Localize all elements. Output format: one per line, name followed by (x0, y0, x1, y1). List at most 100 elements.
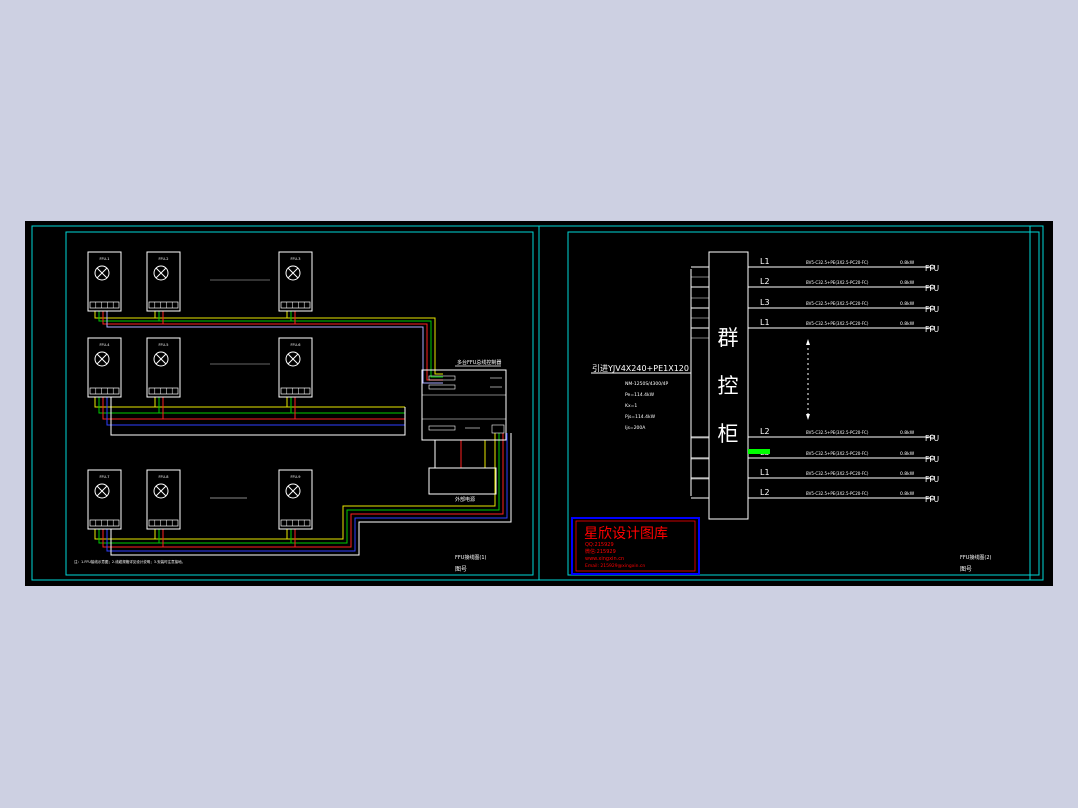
cabinet-char-2: 控 (718, 374, 739, 398)
phase-label: L2 (760, 277, 770, 286)
phase-label: L1 (760, 468, 770, 477)
fan-unit: FFU-8 (146, 469, 181, 530)
power-rating: 0.8kW (900, 491, 915, 497)
continuation-arrow-down (806, 414, 810, 420)
fan-unit-label: FFU-5 (158, 343, 168, 347)
wire-row2 (102, 397, 405, 420)
circuit-row: L3 BV5-C32.5+PE(3X2.5-PC20-FC) 0.8kW FFU (691, 298, 939, 314)
cable-spec: BV5-C32.5+PE(3X2.5-PC20-FC) (806, 430, 869, 435)
fan-unit-label: FFU-2 (158, 257, 168, 261)
terminal-strip (89, 301, 120, 309)
title-block-name: FFU接线图(1) (455, 554, 487, 561)
wire-row1 (106, 311, 443, 384)
fan-unit-label: FFU-8 (158, 475, 168, 479)
terminal-strip (280, 387, 311, 395)
fan-unit-label: FFU-4 (99, 343, 110, 347)
phase-label: L2 (760, 427, 770, 436)
controller-title: 多台FFU总线控制器 (457, 359, 501, 366)
wiring (94, 311, 512, 556)
power-rating: 0.8kW (900, 280, 915, 286)
cable-spec: BV5-C32.5+PE(3X2.5-PC20-FC) (806, 280, 869, 285)
terminal-strip (89, 519, 120, 527)
wire-row3 (106, 433, 508, 552)
load-label: FFU (925, 495, 939, 504)
fan-unit-label: FFU-9 (290, 475, 300, 479)
fan-unit: FFU-4 (87, 337, 122, 398)
controller-port (491, 424, 505, 434)
stamp-line-2: 微信:215929 (585, 548, 616, 555)
right-sheet: 群 控 柜 引进YJV4X240+PE1X120 NM-1250S/4300/4… (567, 231, 1040, 576)
cabinet-char-3: 柜 (718, 422, 739, 446)
footer-note: 注：1.FFU接线示意图；2.线缆规格详见设计说明；3.安装时注意接地。 (74, 559, 185, 564)
fan-unit: FFU-3 (278, 251, 313, 312)
phase-label: L1 (760, 257, 770, 266)
circuit-row: L3BV5-C32.5+PE(3X2.5-PC20-FC)0.8kWFFU (691, 448, 939, 464)
power-supply: 外部电源 (428, 467, 497, 503)
load-label: FFU (925, 434, 939, 443)
load-label: FFU (925, 305, 939, 314)
wire-row2 (94, 397, 405, 408)
power-rating: 0.8kW (900, 430, 915, 436)
phase-label: L1 (760, 318, 770, 327)
wire-row2 (106, 397, 405, 426)
selected-segment (748, 449, 770, 454)
power-box-label: 外部电源 (455, 496, 475, 503)
cable-spec: BV5-C32.5+PE(3X2.5-PC20-FC) (806, 260, 869, 265)
wire-row2 (98, 397, 405, 414)
spec-line-1: NM-1250S/4300/4P (625, 381, 669, 387)
stamp-line-4: Email: 215929@xingxin.cn (585, 563, 645, 569)
fan-unit: FFU-1 (87, 251, 122, 312)
cad-drawing: FFU-1 FFU-2 FFU-3 FFU-4 FFU-5 FFU-6 FFU-7 FFU-8… (31, 225, 1044, 581)
stamp-line-1: QQ:215929 (585, 542, 614, 548)
fan-unit: FFU-2 (146, 251, 181, 312)
title-block-code-right: 图号 (960, 566, 972, 573)
phase-label: L2 (760, 488, 770, 497)
load-label: FFU (925, 475, 939, 484)
incoming-cable-label: 引进YJV4X240+PE1X120 (592, 364, 689, 373)
stamp-line-3: www.xingxin.cn (585, 556, 624, 562)
cable-spec: BV5-C32.5+PE(3X2.5-PC20-FC) (806, 321, 869, 326)
fan-unit-label: FFU-7 (99, 475, 109, 479)
power-rating: 0.8kW (900, 321, 915, 327)
power-rating: 0.8kW (900, 471, 915, 477)
phase-label: L3 (760, 298, 770, 307)
circuit-row: L2 BV5-C32.5+PE(3X2.5-PC20-FC) 0.8kW FFU (691, 488, 939, 504)
cable-spec: BV5-C32.5+PE(3X2.5-PC20-FC) (806, 471, 869, 476)
terminal-strip (280, 519, 311, 527)
cable-spec: BV5-C32.5+PE(3X2.5-PC20-FC) (806, 451, 869, 456)
left-inner-frame (65, 231, 534, 576)
power-box (428, 467, 497, 495)
terminal-strip (148, 387, 179, 395)
fan-unit: FFU-6 (278, 337, 313, 398)
fan-units: FFU-1 FFU-2 FFU-3 FFU-4 FFU-5 FFU-6 FFU-7 FFU-8… (87, 251, 313, 530)
controller-terminal (428, 384, 456, 390)
spec-line-4: Pjs=114.4kW (625, 414, 656, 420)
spec-line-5: Ijs=200A (625, 425, 646, 431)
load-label: FFU (925, 325, 939, 334)
fan-unit: FFU-9 (278, 469, 313, 530)
cable-spec: BV5-C32.5+PE(3X2.5-PC20-FC) (806, 491, 869, 496)
continuation-arrow-up (806, 339, 810, 345)
drawing-canvas[interactable]: FFU-1 FFU-2 FFU-3 FFU-4 FFU-5 FFU-6 FFU-7 FFU-8… (25, 221, 1053, 586)
spec-line-3: Kx=1 (625, 403, 637, 409)
fan-unit: FFU-7 (87, 469, 122, 530)
load-label: FFU (925, 264, 939, 273)
terminal-strip (280, 301, 311, 309)
circuit-row: L1 BV5-C32.5+PE(3X2.5-PC20-FC) 0.8kW FFU (691, 468, 939, 484)
load-label: FFU (925, 284, 939, 293)
cabinet-char-1: 群 (718, 326, 739, 350)
power-rating: 0.8kW (900, 301, 915, 307)
cable-spec: BV5-C32.5+PE(3X2.5-PC20-FC) (806, 301, 869, 306)
terminal-strip (148, 301, 179, 309)
spec-line-2: Pe=114.4kW (625, 392, 655, 398)
design-library-stamp: 星欣设计图库 QQ:215929 微信:215929 www.xingxin.c… (571, 517, 700, 575)
stamp-title: 星欣设计图库 (584, 526, 668, 542)
terminal-strip (148, 519, 179, 527)
load-label: FFU (925, 455, 939, 464)
controller-terminal (428, 425, 456, 431)
circuit-row: L2 BV5-C32.5+PE(3X2.5-PC20-FC) 0.8kW FFU (691, 277, 939, 293)
power-rating: 0.8kW (900, 451, 915, 457)
fan-unit-label: FFU-3 (290, 257, 300, 261)
fan-unit-label: FFU-6 (290, 343, 300, 347)
fan-unit-label: FFU-1 (99, 257, 109, 261)
